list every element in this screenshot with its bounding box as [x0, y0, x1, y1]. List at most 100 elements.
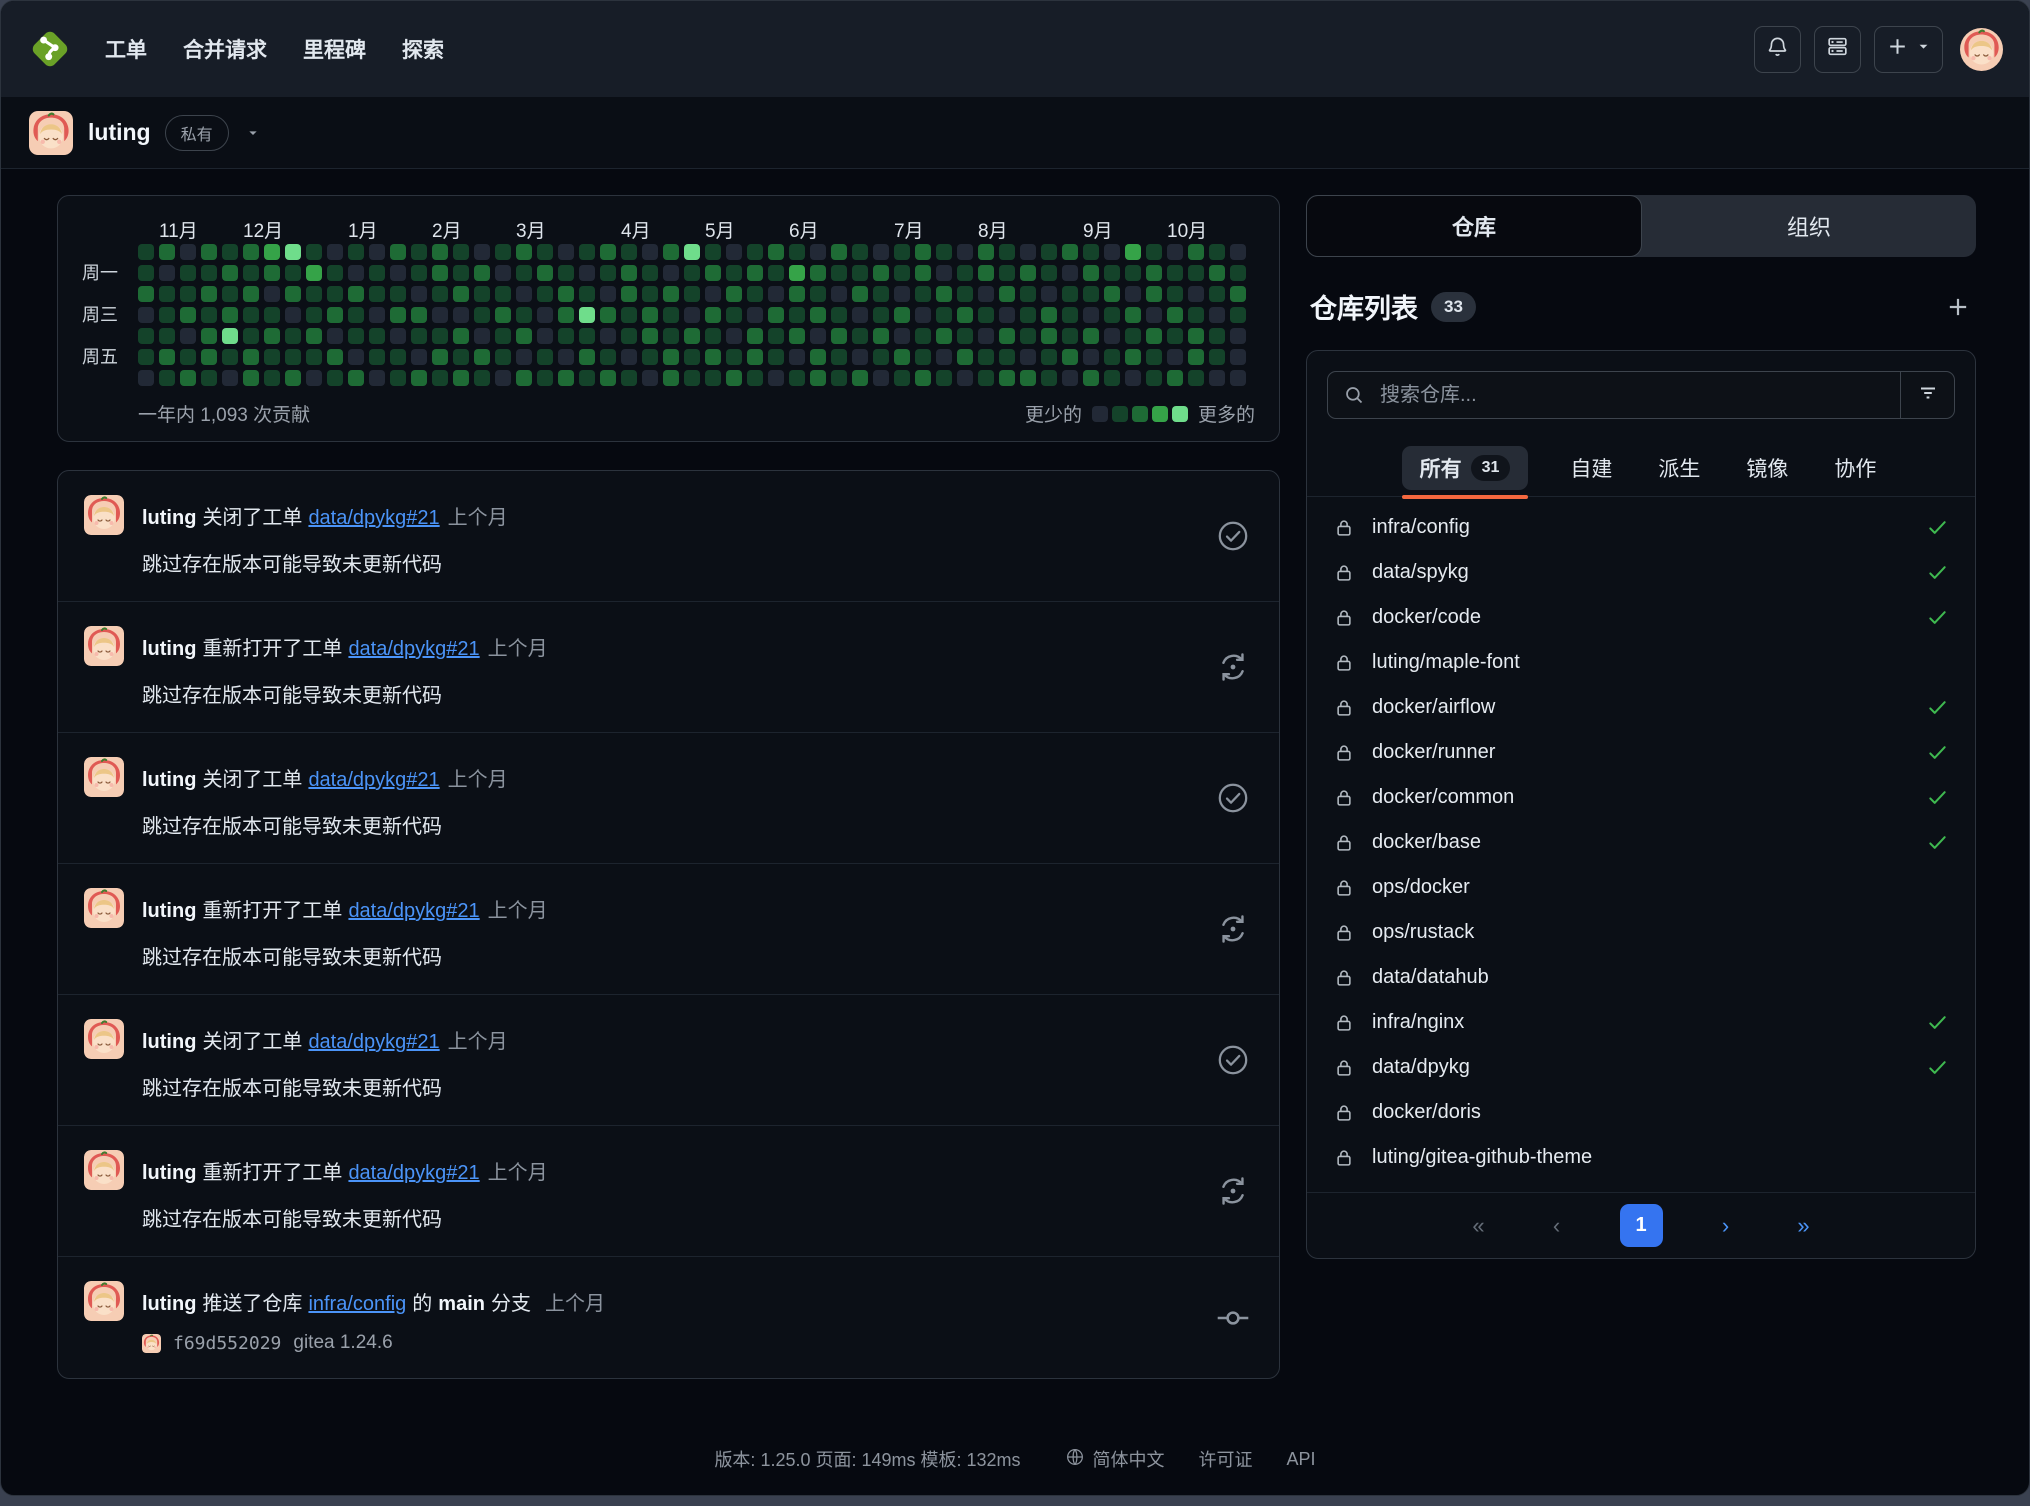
heatmap-cell[interactable] — [1167, 328, 1183, 344]
heatmap-cell[interactable] — [1146, 244, 1162, 260]
heatmap-cell[interactable] — [348, 349, 364, 365]
heatmap-cell[interactable] — [1188, 244, 1204, 260]
heatmap-cell[interactable] — [1146, 307, 1162, 323]
repo-filter-button[interactable] — [1900, 372, 1954, 418]
repo-name-link[interactable]: luting/gitea-github-theme — [1372, 1146, 1949, 1169]
heatmap-cell[interactable] — [516, 244, 532, 260]
heatmap-cell[interactable] — [537, 244, 553, 260]
heatmap-cell[interactable] — [453, 307, 469, 323]
heatmap-cell[interactable] — [789, 244, 805, 260]
repo-name-link[interactable]: data/spykg — [1372, 561, 1909, 584]
heatmap-cell[interactable] — [1188, 307, 1204, 323]
heatmap-cell[interactable] — [894, 307, 910, 323]
heatmap-cell[interactable] — [222, 307, 238, 323]
repo-name-link[interactable]: docker/doris — [1372, 1101, 1949, 1124]
heatmap-cell[interactable] — [936, 244, 952, 260]
user-link[interactable]: luting — [142, 1162, 196, 1184]
heatmap-cell[interactable] — [537, 286, 553, 302]
heatmap-cell[interactable] — [747, 370, 763, 386]
heatmap-cell[interactable] — [201, 286, 217, 302]
heatmap-cell[interactable] — [936, 286, 952, 302]
heatmap-cell[interactable] — [810, 286, 826, 302]
heatmap-cell[interactable] — [327, 370, 343, 386]
nav-item-3[interactable]: 探索 — [402, 34, 444, 64]
heatmap-cell[interactable] — [684, 265, 700, 281]
heatmap-cell[interactable] — [537, 265, 553, 281]
heatmap-cell[interactable] — [264, 244, 280, 260]
footer-link-1[interactable]: 许可证 — [1199, 1446, 1253, 1472]
heatmap-cell[interactable] — [894, 265, 910, 281]
repo-row[interactable]: luting/maple-font — [1307, 640, 1975, 685]
heatmap-cell[interactable] — [537, 307, 553, 323]
heatmap-cell[interactable] — [1062, 328, 1078, 344]
pagination-next[interactable]: › — [1711, 1213, 1741, 1239]
heatmap-cell[interactable] — [474, 370, 490, 386]
heatmap-cell[interactable] — [600, 265, 616, 281]
heatmap-cell[interactable] — [831, 307, 847, 323]
repo-row[interactable]: docker/code — [1307, 595, 1975, 640]
heatmap-cell[interactable] — [726, 265, 742, 281]
heatmap-cell[interactable] — [1041, 244, 1057, 260]
heatmap-cell[interactable] — [516, 328, 532, 344]
heatmap-cell[interactable] — [789, 265, 805, 281]
heatmap-cell[interactable] — [663, 349, 679, 365]
heatmap-cell[interactable] — [831, 286, 847, 302]
heatmap-cell[interactable] — [1083, 286, 1099, 302]
repo-name-link[interactable]: ops/docker — [1372, 876, 1949, 899]
heatmap-cell[interactable] — [1125, 286, 1141, 302]
heatmap-cell[interactable] — [1167, 244, 1183, 260]
heatmap-cell[interactable] — [411, 307, 427, 323]
heatmap-cell[interactable] — [705, 307, 721, 323]
heatmap-cell[interactable] — [1230, 244, 1246, 260]
heatmap-cell[interactable] — [1167, 370, 1183, 386]
heatmap-cell[interactable] — [1041, 286, 1057, 302]
heatmap-cell[interactable] — [558, 328, 574, 344]
heatmap-cell[interactable] — [138, 328, 154, 344]
heatmap-cell[interactable] — [957, 307, 973, 323]
heatmap-cell[interactable] — [1083, 370, 1099, 386]
heatmap-cell[interactable] — [957, 328, 973, 344]
heatmap-cell[interactable] — [663, 307, 679, 323]
heatmap-cell[interactable] — [453, 244, 469, 260]
heatmap-cell[interactable] — [201, 307, 217, 323]
heatmap-cell[interactable] — [264, 328, 280, 344]
heatmap-cell[interactable] — [831, 244, 847, 260]
heatmap-cell[interactable] — [1209, 370, 1225, 386]
user-link[interactable]: luting — [142, 507, 196, 529]
heatmap-cell[interactable] — [789, 286, 805, 302]
heatmap-cell[interactable] — [957, 244, 973, 260]
heatmap-cell[interactable] — [1083, 349, 1099, 365]
heatmap-cell[interactable] — [369, 286, 385, 302]
heatmap-cell[interactable] — [831, 328, 847, 344]
heatmap-cell[interactable] — [432, 328, 448, 344]
heatmap-cell[interactable] — [369, 265, 385, 281]
heatmap-cell[interactable] — [138, 307, 154, 323]
heatmap-cell[interactable] — [789, 349, 805, 365]
heatmap-cell[interactable] — [1146, 349, 1162, 365]
commit-hash-link[interactable]: f69d552029 — [173, 1333, 281, 1354]
heatmap-cell[interactable] — [999, 286, 1015, 302]
heatmap-cell[interactable] — [558, 370, 574, 386]
heatmap-cell[interactable] — [852, 244, 868, 260]
heatmap-cell[interactable] — [684, 286, 700, 302]
heatmap-cell[interactable] — [222, 328, 238, 344]
heatmap-cell[interactable] — [159, 370, 175, 386]
heatmap-cell[interactable] — [684, 307, 700, 323]
heatmap-cell[interactable] — [768, 307, 784, 323]
heatmap-cell[interactable] — [1083, 265, 1099, 281]
heatmap-cell[interactable] — [1230, 265, 1246, 281]
heatmap-cell[interactable] — [663, 286, 679, 302]
repo-name-link[interactable]: infra/config — [1372, 516, 1909, 539]
heatmap-cell[interactable] — [747, 307, 763, 323]
issue-link[interactable]: data/dpykg#21 — [308, 1031, 439, 1053]
heatmap-cell[interactable] — [369, 244, 385, 260]
repo-row[interactable]: ops/rustack — [1307, 910, 1975, 955]
heatmap-cell[interactable] — [1083, 328, 1099, 344]
repo-row[interactable]: docker/airflow — [1307, 685, 1975, 730]
heatmap-cell[interactable] — [978, 286, 994, 302]
heatmap-cell[interactable] — [1209, 307, 1225, 323]
heatmap-cell[interactable] — [705, 244, 721, 260]
heatmap-cell[interactable] — [642, 244, 658, 260]
heatmap-cell[interactable] — [453, 370, 469, 386]
heatmap-cell[interactable] — [600, 286, 616, 302]
